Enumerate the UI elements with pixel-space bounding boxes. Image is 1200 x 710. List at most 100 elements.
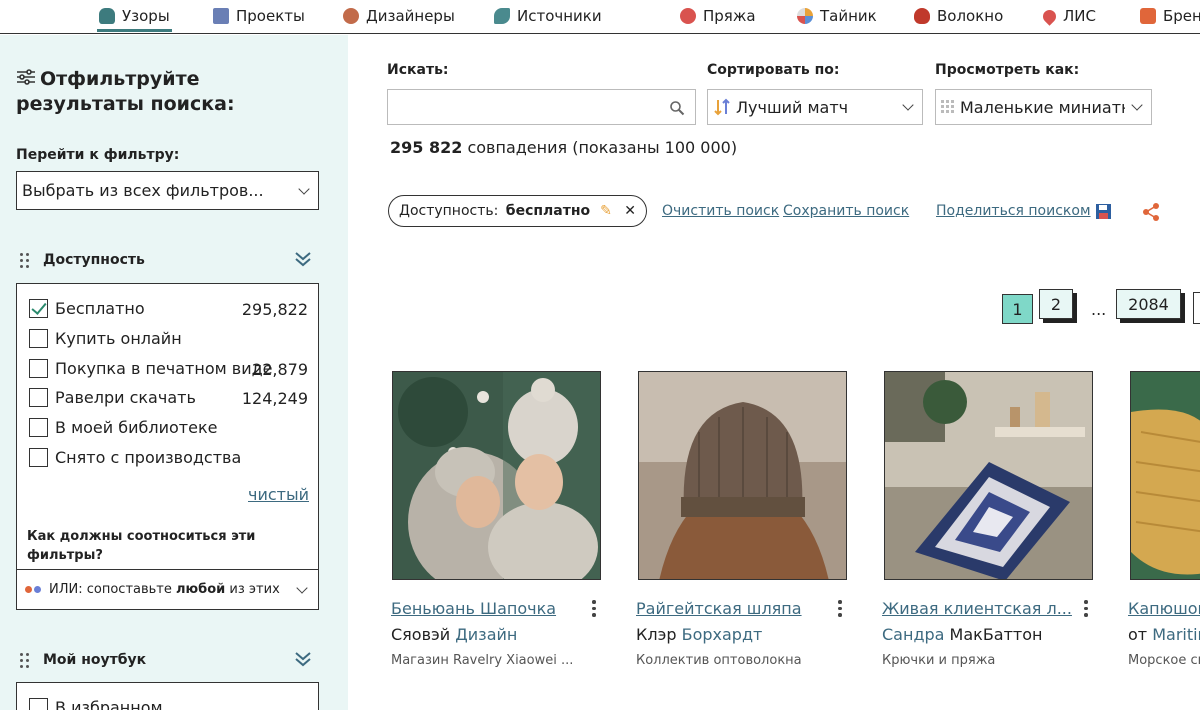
patterns-icon (99, 8, 115, 24)
nav-lys[interactable]: ЛИС (1040, 0, 1096, 32)
checkbox[interactable] (29, 299, 48, 318)
pattern-photo[interactable] (1130, 371, 1200, 580)
chevron-down-icon (298, 182, 310, 195)
share-search-link[interactable]: Поделиться поиском (936, 203, 1091, 219)
notebook-heading[interactable]: Мой ноутбук (20, 652, 146, 668)
pattern-title-link[interactable]: Беньюань Шапочка (391, 599, 571, 618)
checkbox[interactable] (29, 329, 48, 348)
nav-designers[interactable]: Дизайнеры (343, 0, 455, 32)
active-filter-pill[interactable]: Доступность: бесплатно ✎ ✕ (388, 195, 647, 227)
clear-search-link[interactable]: Очистить поиск (662, 203, 779, 219)
pattern-author: Сяовэй Дизайн (391, 625, 518, 644)
search-label: Искать: (387, 62, 449, 78)
drag-handle-icon[interactable] (20, 252, 29, 268)
pattern-title-link[interactable]: Райгейтская шляпа (636, 599, 816, 618)
pattern-source[interactable]: Магазин Ravelry Xiaowei ... (391, 653, 591, 668)
relation-select[interactable]: ИЛИ: сопоставьте любой из этих (16, 569, 319, 610)
collapse-chevron-icon[interactable] (294, 650, 312, 668)
designer-link[interactable]: Сандра (882, 625, 944, 644)
fiber-icon (914, 8, 930, 24)
sort-select[interactable]: Лучший матч (707, 89, 923, 125)
pattern-title-link[interactable]: Капюшон (1128, 599, 1200, 618)
pattern-source[interactable]: Коллектив оптоволокна (636, 653, 836, 668)
pattern-author: Клэр Борхардт (636, 625, 763, 644)
top-nav: Узоры Проекты Дизайнеры Источники Пряжа … (0, 0, 1200, 34)
pattern-photo[interactable] (392, 371, 601, 580)
pattern-photo[interactable] (638, 371, 847, 580)
next-page-button[interactable] (1193, 292, 1200, 324)
more-options-icon[interactable] (838, 600, 842, 620)
chevron-down-icon (296, 581, 308, 594)
pattern-photo[interactable] (884, 371, 1093, 580)
designer-link[interactable]: Maritime (1152, 625, 1200, 644)
pagination-ellipsis: ... (1091, 300, 1107, 319)
option-favorites[interactable]: В избранном (29, 698, 163, 710)
designer-link[interactable]: Борхардт (682, 625, 763, 644)
brands-icon (1140, 8, 1156, 24)
pattern-source[interactable]: Морское свет (1128, 653, 1200, 668)
goto-filter-select[interactable]: Выбрать из всех фильтров... (16, 171, 319, 210)
sort-arrows-icon (714, 98, 730, 116)
or-dots-icon (25, 586, 32, 593)
chevron-down-icon (902, 99, 914, 111)
checkbox[interactable] (29, 388, 48, 407)
relation-question: Как должны соотноситься эти фильтры? (27, 529, 256, 563)
option-count: 295,822 (241, 300, 308, 319)
nav-patterns[interactable]: Узоры (97, 0, 172, 32)
checkbox[interactable] (29, 698, 48, 710)
checkbox[interactable] (29, 418, 48, 437)
drag-handle-icon[interactable] (20, 652, 29, 668)
stash-icon (797, 8, 813, 24)
map-pin-icon (1040, 6, 1059, 26)
page-1-button[interactable]: 1 (1002, 294, 1033, 324)
designers-icon (343, 8, 359, 24)
collapse-chevron-icon[interactable] (294, 250, 312, 268)
checkbox[interactable] (29, 359, 48, 378)
nav-fiber[interactable]: Волокно (914, 0, 1003, 32)
yarn-ball-icon (680, 8, 696, 24)
option-count: 22,879 (252, 360, 308, 379)
option-discontinued[interactable]: Снято с производства (29, 448, 241, 467)
option-buy-online[interactable]: Купить онлайн (29, 329, 182, 348)
checkbox[interactable] (29, 448, 48, 467)
nav-yarn[interactable]: Пряжа (680, 0, 756, 32)
availability-heading[interactable]: Доступность (20, 252, 145, 268)
nav-brands[interactable]: Бренды (1140, 0, 1200, 32)
more-options-icon[interactable] (1084, 600, 1088, 620)
sliders-icon (16, 67, 36, 92)
nav-sources[interactable]: Источники (494, 0, 602, 32)
save-disk-icon[interactable] (1095, 203, 1113, 221)
more-options-icon[interactable] (592, 600, 596, 620)
share-icon[interactable] (1141, 202, 1161, 222)
goto-filter-label: Перейти к фильтру: (16, 147, 180, 163)
notebook-box: В избранном (16, 682, 319, 710)
option-ravelry-download[interactable]: Равелри скачать (29, 388, 196, 407)
nav-projects[interactable]: Проекты (213, 0, 305, 32)
availability-box: Бесплатно 295,822 Купить онлайн Покупка … (16, 283, 319, 610)
page-2-button[interactable]: 2 (1039, 289, 1073, 319)
results-summary: 295 822 совпадения (показаны 100 000) (390, 138, 738, 157)
filter-sidebar: Отфильтруйте результаты поиска: Перейти … (0, 35, 348, 710)
search-icon[interactable] (669, 100, 685, 116)
designer-link[interactable]: Дизайн (455, 625, 517, 644)
option-buy-print[interactable]: Покупка в печатном виде (29, 359, 273, 378)
option-my-library[interactable]: В моей библиотеке (29, 418, 217, 437)
grid-icon (941, 100, 954, 113)
close-icon[interactable]: ✕ (624, 203, 636, 219)
option-count: 124,249 (241, 389, 308, 408)
projects-icon (213, 8, 229, 24)
save-search-link[interactable]: Сохранить поиск (783, 203, 909, 219)
search-input[interactable] (387, 89, 696, 125)
pattern-author: Сандра МакБаттон (882, 625, 1043, 644)
chevron-down-icon (1131, 99, 1143, 111)
sources-icon (494, 8, 510, 24)
pattern-title-link[interactable]: Живая клиентская л... (882, 599, 1072, 618)
view-label: Просмотреть как: (935, 62, 1080, 78)
pattern-source[interactable]: Крючки и пряжа (882, 653, 1082, 668)
view-select[interactable]: Маленькие миниатюры (935, 89, 1152, 125)
page-last-button[interactable]: 2084 (1116, 289, 1181, 319)
nav-stash[interactable]: Тайник (797, 0, 877, 32)
clear-filter-link[interactable]: чистый (248, 485, 309, 504)
pencil-icon[interactable]: ✎ (600, 203, 612, 219)
option-free[interactable]: Бесплатно (29, 299, 145, 318)
